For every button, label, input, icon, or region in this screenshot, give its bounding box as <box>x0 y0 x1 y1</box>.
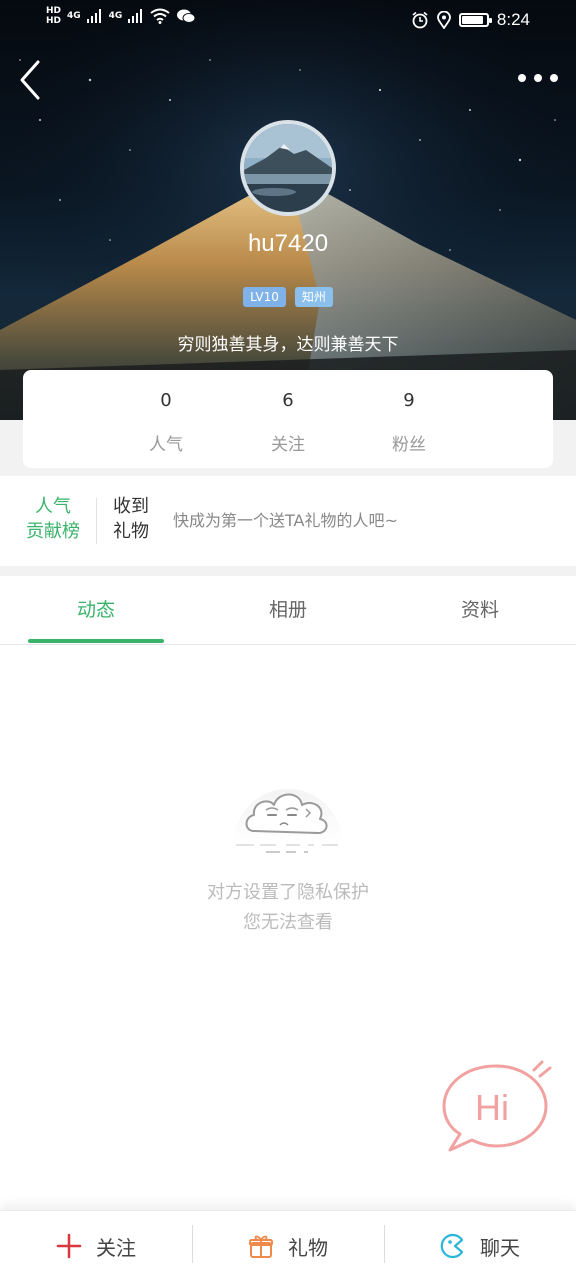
wechat-icon <box>177 9 196 23</box>
chat-button[interactable]: 聊天 <box>384 1211 576 1280</box>
tab-profile-info[interactable]: 资料 <box>384 576 576 644</box>
follow-button[interactable]: 关注 <box>0 1211 192 1280</box>
received-label-line1: 收到 <box>113 496 149 517</box>
badge-row: LV10 知州 <box>0 287 576 307</box>
gift-icon <box>249 1235 273 1258</box>
plus-icon <box>56 1233 82 1259</box>
more-dot-icon <box>550 74 558 82</box>
tab-moments[interactable]: 动态 <box>0 576 192 644</box>
signal-icon <box>128 9 143 23</box>
more-dot-icon <box>518 74 526 82</box>
avatar-image <box>244 124 332 212</box>
more-dot-icon <box>534 74 542 82</box>
signal-icon <box>86 9 101 23</box>
follow-label: 关注 <box>96 1235 136 1260</box>
gift-section: 人气 贡献榜 收到 礼物 快成为第一个送TA礼物的人吧~ <box>0 476 576 566</box>
chat-label: 聊天 <box>480 1235 520 1260</box>
cloud-illustration-icon <box>234 789 342 853</box>
status-time: 8:24 <box>496 10 530 29</box>
rank-label-line1: 人气 <box>35 496 71 517</box>
stats-card: 0 人气 6 关注 9 粉丝 <box>23 370 553 468</box>
chat-icon <box>440 1233 464 1259</box>
stat-value: 6 <box>282 390 294 411</box>
tab-bar: 动态 相册 资料 <box>0 576 576 645</box>
hd-label: HD <box>46 16 62 26</box>
alarm-icon <box>412 11 428 29</box>
bottom-action-bar: 关注 礼物 聊天 <box>0 1210 576 1280</box>
rank-label-line2: 贡献榜 <box>26 521 80 542</box>
empty-state-message: 对方设置了隐私保护 您无法查看 <box>0 878 576 938</box>
location-icon <box>437 11 451 29</box>
tab-album[interactable]: 相册 <box>192 576 384 644</box>
contribution-rank-link[interactable]: 人气 贡献榜 <box>22 494 84 544</box>
stat-value: 0 <box>160 390 172 411</box>
level-badge: LV10 <box>243 287 286 307</box>
stat-label: 粉丝 <box>392 435 426 455</box>
hd-indicator: HD HD <box>46 6 61 26</box>
stat-label: 关注 <box>271 435 305 455</box>
stat-value: 9 <box>403 390 415 411</box>
chevron-left-icon <box>20 60 40 100</box>
empty-state-line1: 对方设置了隐私保护 <box>207 882 369 903</box>
city-badge: 知州 <box>294 287 333 307</box>
back-button[interactable] <box>14 56 50 104</box>
gift-hint[interactable]: 快成为第一个送TA礼物的人吧~ <box>173 507 398 531</box>
gift-button[interactable]: 礼物 <box>192 1211 384 1280</box>
active-tab-indicator <box>28 639 164 643</box>
more-options-button[interactable] <box>518 66 558 90</box>
divider <box>96 498 97 544</box>
username: hu7420 <box>247 230 329 257</box>
empty-state-line2: 您无法查看 <box>243 912 333 933</box>
received-gifts-label: 收到 礼物 <box>113 494 149 544</box>
battery-icon <box>458 13 492 27</box>
gift-label: 礼物 <box>288 1235 328 1260</box>
battery-level <box>461 16 483 24</box>
network-type-label: 4G <box>67 11 81 21</box>
status-bar: HD HD 4G 4G 8:24 <box>0 0 576 42</box>
profile-signature: 穷则独善其身，达则兼善天下 <box>177 335 399 355</box>
avatar[interactable] <box>240 120 336 216</box>
hi-label: Hi <box>475 1087 509 1128</box>
say-hi-button[interactable]: Hi <box>438 1060 556 1156</box>
stat-label: 人气 <box>149 435 183 455</box>
wifi-icon <box>150 8 170 24</box>
network-type-label: 4G <box>108 11 123 21</box>
section-separator <box>0 566 576 576</box>
profile-header: HD HD 4G 4G 8:24 hu7420 LV10 知州 穷则独善其身，达… <box>0 0 576 420</box>
hd-label: HD <box>46 6 62 16</box>
received-label-line2: 礼物 <box>113 521 149 542</box>
